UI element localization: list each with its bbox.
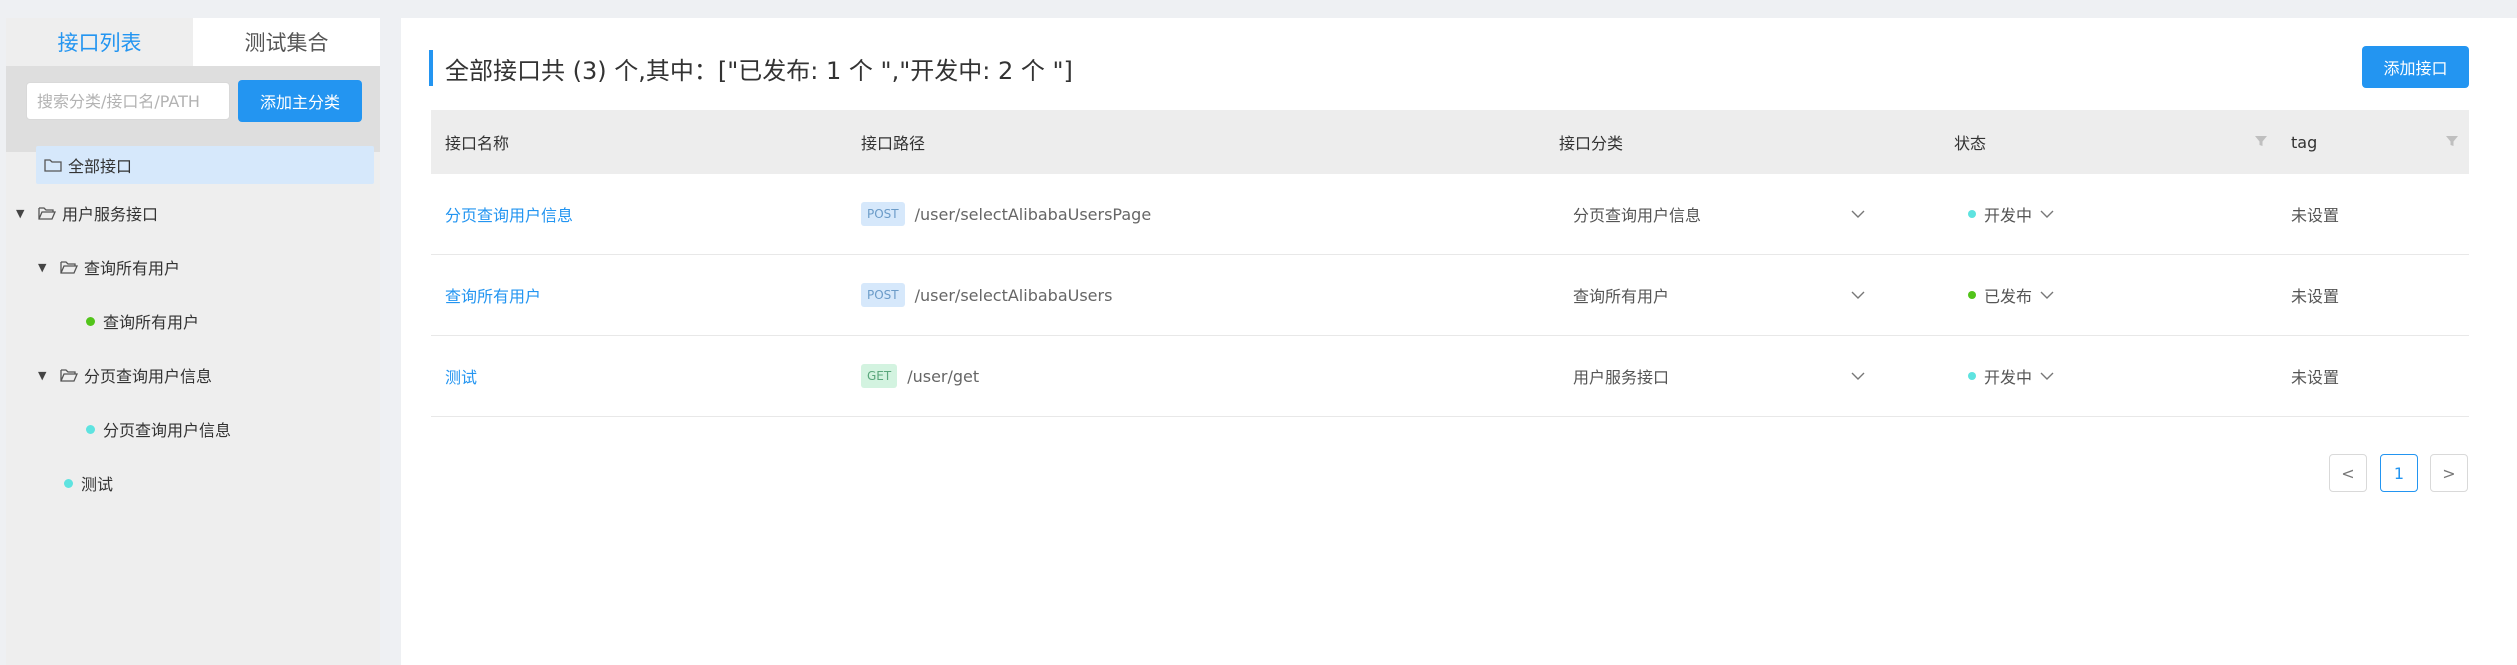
tree-item-query-all[interactable]: ▼ 查询所有用户 <box>38 248 180 286</box>
tab-api-list[interactable]: 接口列表 <box>6 18 193 66</box>
status-dot-published <box>1968 291 1976 299</box>
status-select[interactable]: 开发中 <box>1968 364 2054 388</box>
sidebar-search-row: 添加主分类 <box>6 66 380 152</box>
tree-item-test[interactable]: 测试 <box>64 464 113 502</box>
main-panel: 全部接口共 (3) 个,其中：["已发布: 1 个 ","开发中: 2 个 "]… <box>401 18 2517 665</box>
table-row: 查询所有用户 POST /user/selectAlibabaUsers 查询所… <box>431 255 2469 336</box>
folder-icon <box>44 159 62 172</box>
status-select[interactable]: 已发布 <box>1968 283 2054 307</box>
tree-label: 分页查询用户信息 <box>103 421 232 440</box>
tree-item-paged-query-api[interactable]: 分页查询用户信息 <box>86 410 231 448</box>
category-select[interactable]: 查询所有用户 <box>1573 283 1669 307</box>
status-select[interactable]: 开发中 <box>1968 202 2054 226</box>
tree-item-paged-query[interactable]: ▼ 分页查询用户信息 <box>38 356 212 394</box>
method-badge: POST <box>861 202 905 226</box>
api-name-link[interactable]: 查询所有用户 <box>445 283 541 307</box>
column-header-status: 状态 <box>1954 134 1987 153</box>
filter-icon[interactable] <box>2254 134 2268 148</box>
folder-open-icon <box>60 261 78 274</box>
chevron-down-icon[interactable] <box>1851 371 1865 381</box>
tree-label: 查询所有用户 <box>103 313 200 332</box>
api-name-link[interactable]: 分页查询用户信息 <box>445 202 573 226</box>
chevron-down-icon <box>2040 291 2054 299</box>
pagination-prev[interactable]: < <box>2329 454 2367 492</box>
tree-label: 查询所有用户 <box>84 259 181 278</box>
tag-value: 未设置 <box>2291 287 2340 306</box>
tree-label: 全部接口 <box>68 157 133 176</box>
api-path: /user/selectAlibabaUsersPage <box>914 204 1152 224</box>
column-header-name: 接口名称 <box>445 134 510 153</box>
api-path: /user/selectAlibabaUsers <box>914 285 1113 305</box>
search-input[interactable] <box>26 82 230 120</box>
tag-value: 未设置 <box>2291 368 2340 387</box>
page-title: 全部接口共 (3) 个,其中：["已发布: 1 个 ","开发中: 2 个 "] <box>429 50 1073 86</box>
tree-label: 用户服务接口 <box>62 205 159 224</box>
method-badge: GET <box>861 364 898 388</box>
folder-open-icon <box>38 207 56 220</box>
caret-down-icon[interactable]: ▼ <box>38 369 52 382</box>
sidebar: 接口列表 测试集合 添加主分类 全部接口 ▼ 用户服务接口 ▼ 查询所有用户 查… <box>6 18 380 665</box>
api-table: 接口名称 接口路径 接口分类 状态 tag 分页查询用户信息 POST /use… <box>431 110 2469 417</box>
status-dot-developing <box>1968 372 1976 380</box>
status-label: 已发布 <box>1984 287 2033 306</box>
pagination-next[interactable]: > <box>2430 454 2468 492</box>
sidebar-tabs: 接口列表 测试集合 <box>6 18 380 66</box>
method-badge: POST <box>861 283 905 307</box>
pagination-page-1[interactable]: 1 <box>2380 454 2418 492</box>
status-dot-published <box>86 316 95 326</box>
tree-item-all[interactable]: 全部接口 <box>36 146 374 184</box>
tab-test-collection[interactable]: 测试集合 <box>193 18 380 66</box>
tree-label: 测试 <box>81 475 114 494</box>
column-header-path: 接口路径 <box>861 134 926 153</box>
api-path: /user/get <box>907 366 980 386</box>
status-dot-developing <box>86 424 95 434</box>
chevron-down-icon[interactable] <box>1851 290 1865 300</box>
status-dot-developing <box>1968 210 1976 218</box>
tree-item-user-service[interactable]: ▼ 用户服务接口 <box>16 194 158 232</box>
chevron-down-icon <box>2040 210 2054 218</box>
status-dot-developing <box>64 478 73 488</box>
chevron-down-icon <box>2040 372 2054 380</box>
filter-icon[interactable] <box>2445 134 2459 148</box>
category-select[interactable]: 分页查询用户信息 <box>1573 202 1701 226</box>
category-select[interactable]: 用户服务接口 <box>1573 364 1669 388</box>
add-api-button[interactable]: 添加接口 <box>2362 46 2469 88</box>
tree-label: 分页查询用户信息 <box>84 367 213 386</box>
caret-down-icon[interactable]: ▼ <box>16 207 30 220</box>
table-header: 接口名称 接口路径 接口分类 状态 tag <box>431 110 2469 174</box>
table-row: 测试 GET /user/get 用户服务接口 开发中 未设置 <box>431 336 2469 417</box>
caret-down-icon[interactable]: ▼ <box>38 261 52 274</box>
tag-value: 未设置 <box>2291 206 2340 225</box>
add-category-button[interactable]: 添加主分类 <box>238 80 362 122</box>
column-header-tag: tag <box>2291 132 2318 152</box>
status-label: 开发中 <box>1984 206 2033 225</box>
folder-open-icon <box>60 369 78 382</box>
tree-item-query-all-api[interactable]: 查询所有用户 <box>86 302 199 340</box>
column-header-category: 接口分类 <box>1559 134 1624 153</box>
status-label: 开发中 <box>1984 368 2033 387</box>
api-name-link[interactable]: 测试 <box>445 364 477 388</box>
chevron-down-icon[interactable] <box>1851 209 1865 219</box>
table-row: 分页查询用户信息 POST /user/selectAlibabaUsersPa… <box>431 174 2469 255</box>
